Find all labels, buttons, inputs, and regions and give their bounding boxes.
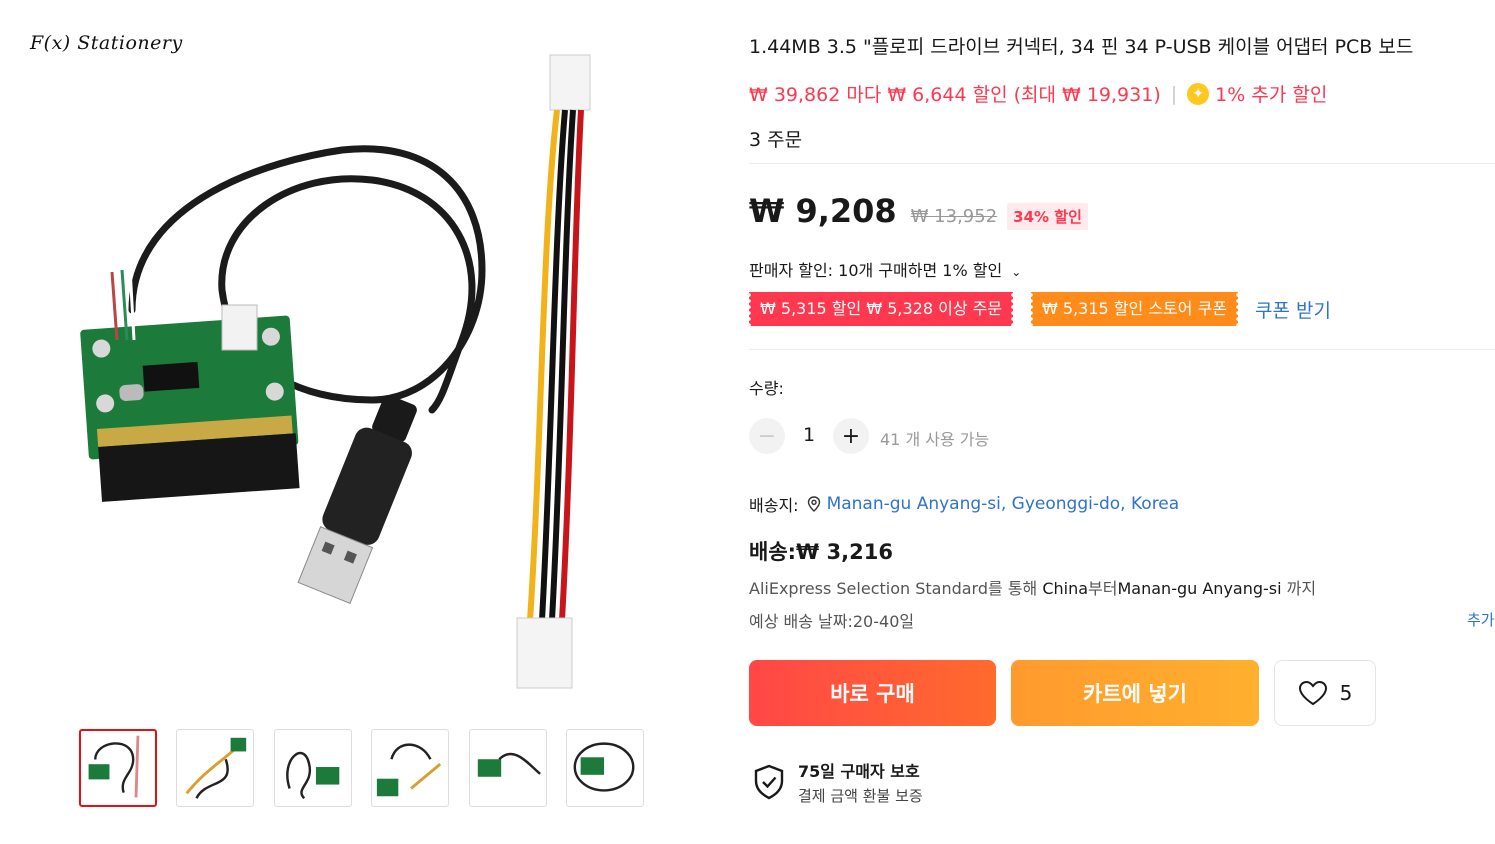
- shipping-fee: 배송:₩ 3,216: [749, 540, 893, 564]
- shipping-route: AliExpress Selection Standard를 통해 China부…: [749, 575, 1316, 599]
- extra-discount-text[interactable]: 1% 추가 할인: [1215, 80, 1327, 107]
- seller-discount[interactable]: 판매자 할인: 10개 구매하면 1% 할인 ⌄: [749, 257, 1021, 281]
- ship-from: China: [1042, 579, 1089, 598]
- main-product-image[interactable]: [72, 40, 672, 700]
- order-count: 3 주문: [749, 129, 803, 151]
- thumbnail-6[interactable]: [566, 729, 644, 807]
- chevron-down-icon: ⌄: [1011, 265, 1022, 279]
- add-to-cart-button[interactable]: 카트에 넣기: [1011, 660, 1259, 726]
- delivery-eta: 예상 배송 날짜:20-40일: [749, 612, 915, 631]
- quantity-decrement-button[interactable]: −: [749, 418, 785, 454]
- protection-subtitle: 결제 금액 환불 보증: [798, 787, 923, 805]
- route-suffix: 까지: [1281, 579, 1317, 598]
- shipping-method: AliExpress Selection Standard를 통해: [749, 579, 1043, 598]
- wishlist-button[interactable]: 5: [1274, 660, 1376, 726]
- thumbnail-2[interactable]: [176, 729, 254, 807]
- thumbnail-1[interactable]: [79, 729, 157, 807]
- discount-badge: 34% 할인: [1007, 203, 1088, 230]
- buy-now-button[interactable]: 바로 구매: [749, 660, 996, 726]
- coupon-order-discount[interactable]: ₩ 5,315 할인 ₩ 5,328 이상 주문: [746, 292, 1016, 326]
- coupon-store[interactable]: ₩ 5,315 할인 스토어 쿠폰: [1028, 292, 1241, 326]
- location-pin-icon: [807, 496, 821, 512]
- current-price: ₩ 9,208: [749, 192, 897, 230]
- divider: [749, 163, 1495, 164]
- thumbnail-5[interactable]: [469, 729, 547, 807]
- shield-check-icon: [752, 764, 786, 800]
- divider: [749, 349, 1495, 350]
- available-stock: 41 개 사용 가능: [880, 430, 990, 449]
- seller-discount-text: 판매자 할인: 10개 구매하면 1% 할인: [749, 261, 1003, 280]
- wishlist-count: 5: [1339, 681, 1353, 705]
- quantity-increment-button[interactable]: +: [833, 418, 869, 454]
- price-block: ₩ 9,208 ₩ 13,952 34% 할인: [749, 192, 1088, 230]
- product-title: 1.44MB 3.5 "플로피 드라이브 커넥터, 34 핀 34 P-USB …: [749, 36, 1414, 58]
- route-from-suffix: 부터: [1088, 579, 1118, 598]
- coin-icon: ✦: [1187, 82, 1210, 105]
- get-coupon-link[interactable]: 쿠폰 받기: [1255, 296, 1331, 323]
- quantity-value[interactable]: 1: [803, 424, 815, 446]
- more-shipping-link[interactable]: 추가: [1467, 609, 1495, 630]
- thumbnail-3[interactable]: [274, 729, 352, 807]
- protection-title: 75일 구매자 보호: [798, 762, 920, 781]
- promo-separator: |: [1170, 82, 1178, 105]
- thumbnail-4[interactable]: [371, 729, 449, 807]
- promo-line: ₩ 39,862 마다 ₩ 6,644 할인 (최대 ₩ 19,931) | ✦…: [749, 80, 1327, 107]
- buyer-protection[interactable]: 75일 구매자 보호 결제 금액 환불 보증: [752, 758, 923, 806]
- heart-icon: [1298, 680, 1328, 706]
- ship-destination: Manan-gu Anyang-si: [1117, 579, 1282, 598]
- ship-to-label: 배송지:: [749, 496, 799, 515]
- original-price: ₩ 13,952: [910, 206, 998, 227]
- quantity-label: 수량:: [749, 379, 784, 398]
- promo-discount-text[interactable]: ₩ 39,862 마다 ₩ 6,644 할인 (최대 ₩ 19,931): [749, 80, 1161, 107]
- ship-to-location-link[interactable]: Manan-gu Anyang-si, Gyeonggi-do, Korea: [827, 494, 1180, 514]
- ship-to: 배송지: Manan-gu Anyang-si, Gyeonggi-do, Ko…: [749, 492, 1179, 516]
